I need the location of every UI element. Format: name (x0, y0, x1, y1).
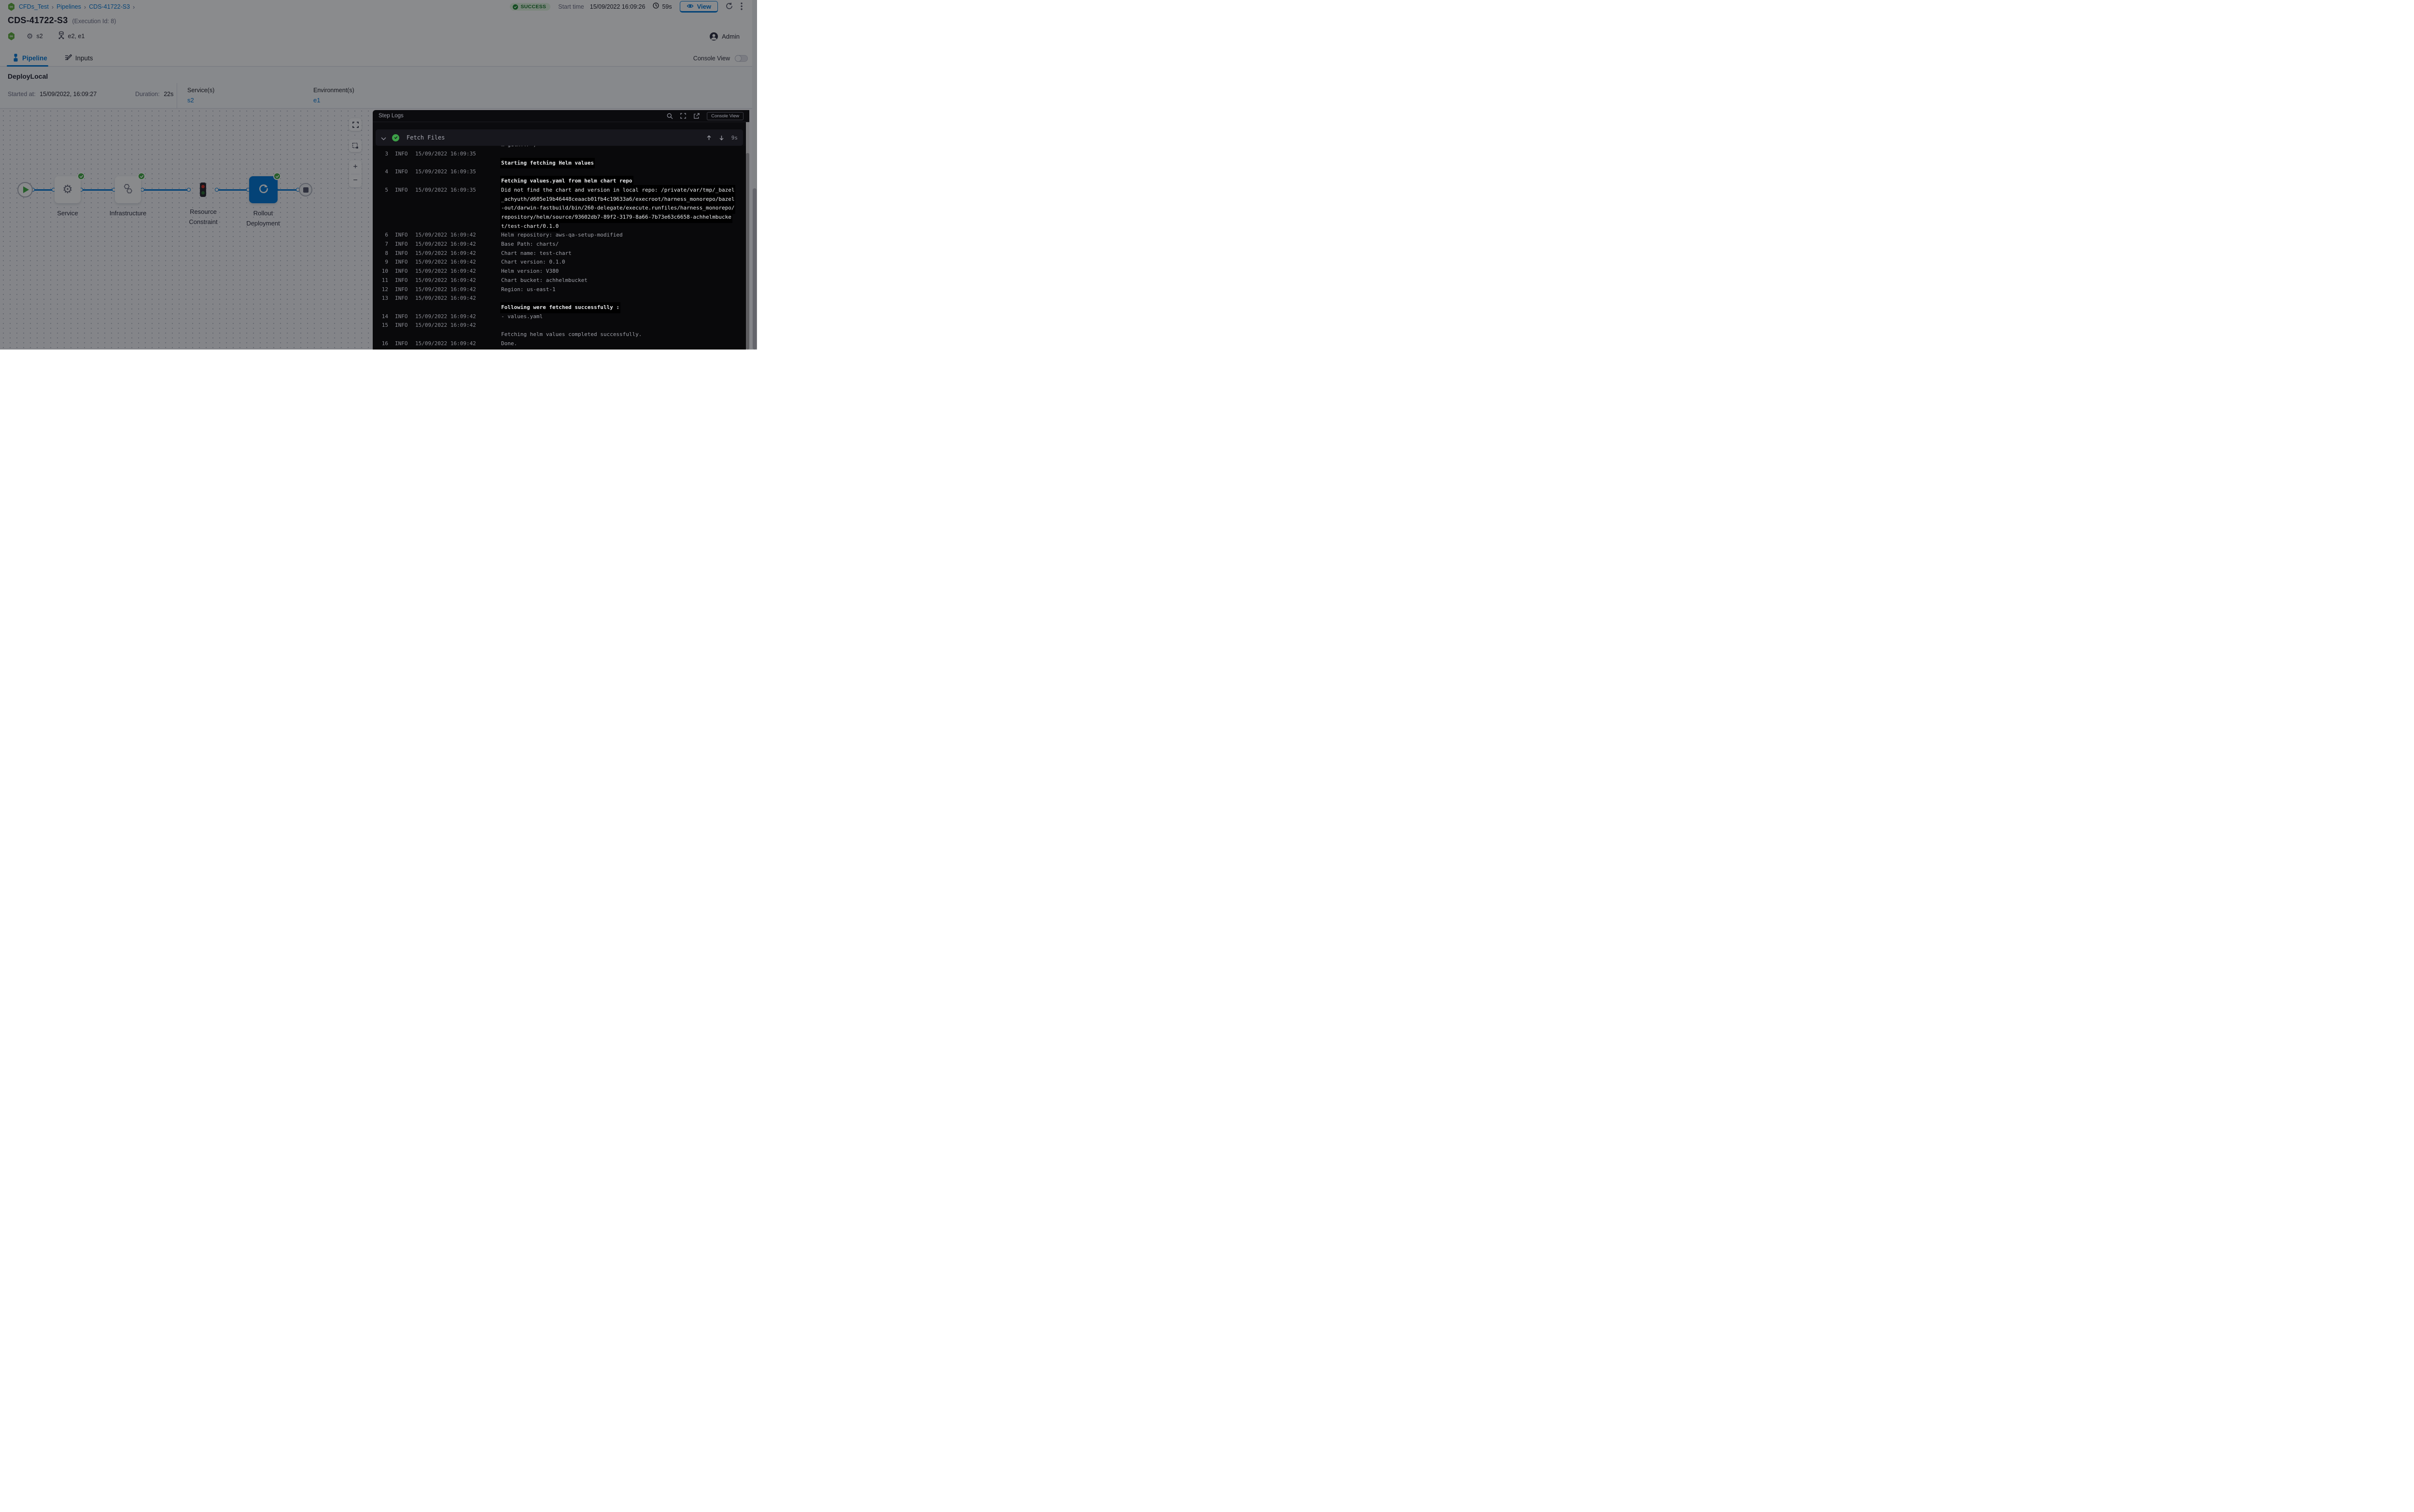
log-row: 5INFO15/09/2022 16:09:35Did not find the… (373, 186, 746, 195)
log-row: 15INFO15/09/2022 16:09:42 (373, 321, 746, 330)
log-row: 14INFO15/09/2022 16:09:42- values.yaml (373, 312, 746, 322)
step-logs-drawer: Step Logs Console View Fetch (373, 110, 749, 350)
chevron-down-icon (381, 133, 386, 142)
log-panel-title: Step Logs (379, 113, 404, 119)
log-row: 10INFO15/09/2022 16:09:42Helm version: V… (373, 267, 746, 276)
log-row: repository/helm/source/93602db7-89f2-317… (373, 213, 746, 222)
log-row: 13INFO15/09/2022 16:09:42 (373, 294, 746, 303)
log-row: m getHTTP ) (373, 146, 746, 150)
log-row: Fetching helm values completed successfu… (373, 330, 746, 339)
log-expand-button[interactable] (680, 113, 686, 119)
log-row: 12INFO15/09/2022 16:09:42Region: us-east… (373, 285, 746, 294)
log-row: 7INFO15/09/2022 16:09:42Base Path: chart… (373, 240, 746, 249)
console-view-button[interactable]: Console View (707, 112, 744, 120)
log-row: Starting fetching Helm values (373, 159, 746, 168)
log-row: 16INFO15/09/2022 16:09:42Done. (373, 339, 746, 349)
log-row: t/test-chart/0.1.0 (373, 222, 746, 231)
step-log-section-header[interactable]: Fetch Files 9s (376, 129, 743, 146)
log-row: 9INFO15/09/2022 16:09:42Chart version: 0… (373, 258, 746, 267)
step-name: Fetch Files (407, 134, 445, 141)
log-row: Fetching values.yaml from helm chart rep… (373, 177, 746, 186)
scroll-to-top-button[interactable] (706, 135, 712, 140)
scrollbar-thumb[interactable] (746, 153, 749, 350)
step-success-icon (392, 134, 399, 141)
log-row: -out/darwin-fastbuild/bin/260-delegate/e… (373, 204, 746, 213)
scroll-to-bottom-button[interactable] (719, 135, 724, 140)
execution-page: ∞ CFDs_Test › Pipelines › CDS-41722-S3 ›… (0, 0, 757, 350)
log-row: 8INFO15/09/2022 16:09:42Chart name: test… (373, 249, 746, 258)
log-row: _achyuth/d605e19b46448ceaacb01fb4c19633a… (373, 195, 746, 204)
log-scrollbar[interactable] (746, 122, 749, 350)
open-in-new-tab-button[interactable] (693, 113, 700, 119)
log-row: Following were fetched successfully : (373, 303, 746, 312)
log-row: 3INFO15/09/2022 16:09:35 (373, 150, 746, 159)
log-rows: m getHTTP ) 3INFO15/09/2022 16:09:35 Sta… (373, 146, 746, 350)
log-row: 6INFO15/09/2022 16:09:42Helm repository:… (373, 231, 746, 240)
log-search-button[interactable] (667, 113, 673, 119)
log-row: 4INFO15/09/2022 16:09:35 (373, 168, 746, 177)
step-duration: 9s (731, 135, 738, 141)
log-row: 11INFO15/09/2022 16:09:42Chart bucket: a… (373, 276, 746, 285)
